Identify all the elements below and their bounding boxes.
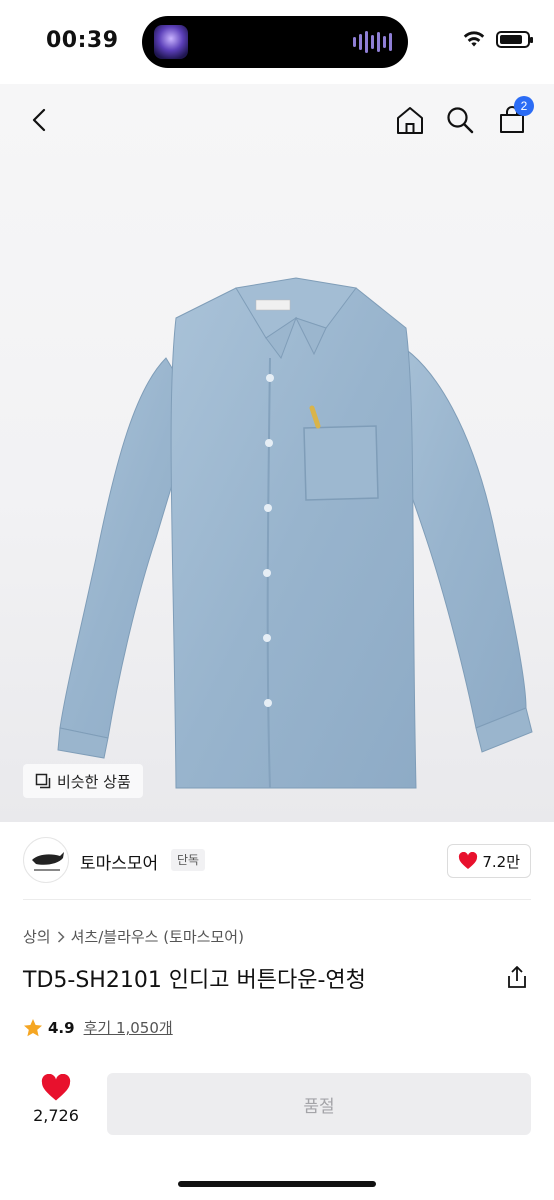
exclusive-badge: 단독 bbox=[171, 849, 206, 871]
brand-name[interactable]: 토마스모어 bbox=[80, 849, 158, 874]
audio-waveform-icon bbox=[353, 31, 392, 53]
status-bar: 00:39 bbox=[0, 0, 554, 84]
review-count-link[interactable]: 후기 1,050개 bbox=[84, 1017, 173, 1038]
product-like-count: 2,726 bbox=[33, 1106, 79, 1125]
cart-count-badge: 2 bbox=[514, 96, 534, 116]
rating-score: 4.9 bbox=[48, 1018, 75, 1037]
product-image-area[interactable]: 2 비슷한 상품 bbox=[0, 84, 554, 822]
heart-icon bbox=[41, 1074, 71, 1101]
product-like-button[interactable]: 2,726 bbox=[26, 1074, 86, 1125]
rating-row: 4.9 후기 1,050개 bbox=[23, 1017, 173, 1038]
breadcrumb: 상의 셔츠/블라우스 (토마스모어) bbox=[23, 926, 244, 947]
battery-fill bbox=[500, 34, 522, 44]
status-icons bbox=[462, 30, 533, 48]
whale-logo-icon bbox=[32, 852, 64, 871]
back-icon bbox=[32, 108, 46, 132]
breadcrumb-item-category[interactable]: 상의 bbox=[23, 926, 51, 947]
copy-icon bbox=[35, 773, 51, 789]
divider bbox=[23, 899, 531, 900]
now-playing-artwork bbox=[154, 25, 188, 59]
back-button[interactable] bbox=[22, 102, 58, 138]
wifi-icon bbox=[463, 31, 485, 47]
sold-out-button[interactable]: 품절 bbox=[107, 1073, 531, 1135]
brand-like-count: 7.2만 bbox=[482, 852, 520, 871]
share-button[interactable] bbox=[504, 964, 530, 990]
home-button[interactable] bbox=[392, 102, 428, 138]
search-button[interactable] bbox=[442, 102, 478, 138]
product-title: TD5-SH2101 인디고 버튼다운-연청 bbox=[23, 968, 366, 993]
share-icon bbox=[508, 966, 526, 988]
breadcrumb-item-subcategory[interactable]: 셔츠/블라우스 (토마스모어) bbox=[71, 926, 244, 947]
brand-logo[interactable] bbox=[23, 837, 69, 883]
top-nav: 2 bbox=[0, 84, 554, 156]
status-time: 00:39 bbox=[46, 28, 119, 53]
home-indicator bbox=[178, 1181, 376, 1187]
product-photo-denim-shirt bbox=[57, 277, 533, 789]
brand-like-button[interactable]: 7.2만 bbox=[447, 844, 531, 878]
similar-products-label: 비슷한 상품 bbox=[57, 772, 131, 791]
home-icon bbox=[397, 107, 423, 134]
search-icon bbox=[447, 107, 474, 134]
dynamic-island[interactable] bbox=[142, 16, 408, 68]
brand-row: 토마스모어 단독 7.2만 bbox=[0, 822, 554, 900]
star-icon bbox=[24, 1018, 42, 1036]
similar-products-button[interactable]: 비슷한 상품 bbox=[23, 764, 143, 798]
cart-button[interactable]: 2 bbox=[494, 96, 534, 138]
chevron-right-icon bbox=[57, 930, 65, 943]
heart-icon bbox=[459, 852, 478, 869]
battery-icon bbox=[496, 30, 533, 48]
